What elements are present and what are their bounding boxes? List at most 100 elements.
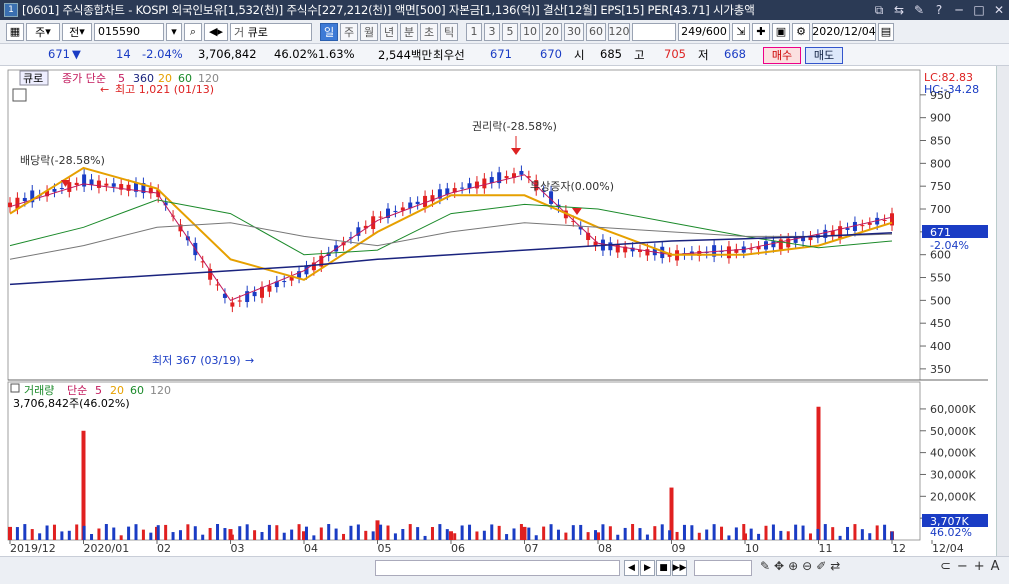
volume-bar-minor	[127, 526, 131, 540]
link-icon[interactable]: ⧉	[869, 3, 889, 18]
layout-icon[interactable]: ▦	[6, 22, 24, 41]
horizontal-scrollbar[interactable]	[375, 560, 620, 576]
code-dropdown-icon[interactable]: ▾	[166, 22, 182, 41]
volume-bar-minor	[253, 530, 257, 540]
volume-bar-minor	[816, 528, 820, 540]
interval-1[interactable]: 1	[466, 22, 482, 41]
close-icon[interactable]: ✕	[989, 3, 1009, 17]
candle-body	[378, 216, 383, 218]
interval-3[interactable]: 3	[484, 22, 500, 41]
fast-forward-icon[interactable]: ▶▶	[672, 560, 687, 576]
volume-bar-minor	[15, 527, 19, 540]
candle-body	[252, 291, 257, 297]
sound-icon[interactable]: ◀▸	[204, 22, 228, 41]
volume-bar-minor	[764, 525, 768, 540]
volume-bar-minor	[638, 528, 642, 540]
edit-icon[interactable]: ✎	[909, 3, 929, 17]
volume-bar-minor	[149, 532, 153, 540]
high-label: 고	[634, 48, 645, 62]
volume-bar-minor	[8, 536, 12, 540]
buy-button[interactable]: 매수	[763, 47, 801, 64]
interval-10[interactable]: 10	[520, 22, 540, 41]
candle-body	[460, 187, 465, 189]
search-icon[interactable]: ⌕	[184, 22, 202, 41]
hc-label: HC:-34.28	[924, 83, 979, 96]
period-year[interactable]: 년	[380, 22, 398, 41]
volume-bar-minor	[408, 524, 412, 540]
candle-body	[215, 284, 220, 286]
zoom-fit-icon[interactable]: ⇲	[732, 22, 750, 41]
table-view-icon[interactable]	[12, 88, 27, 102]
quote-change-pct: -2.04%	[142, 47, 183, 61]
stock-name-field[interactable]: 거 큐로	[230, 22, 312, 41]
volume-bar-minor	[393, 533, 397, 540]
speed-slider[interactable]	[694, 560, 752, 576]
volume-bar-minor	[52, 524, 56, 540]
interval-60[interactable]: 60	[586, 22, 606, 41]
count-field[interactable]: 249/600	[678, 22, 730, 41]
volume-bar-minor	[364, 530, 368, 540]
period-month[interactable]: 월	[360, 22, 378, 41]
custom-interval-input[interactable]	[632, 22, 676, 41]
volume-bar-minor	[156, 525, 160, 540]
volume-bar-minor	[282, 532, 286, 540]
vertical-scrollbar[interactable]	[996, 66, 1009, 560]
interval-120[interactable]: 120	[608, 22, 630, 41]
stop-icon[interactable]: ■	[656, 560, 671, 576]
price-tick-label: 750	[930, 180, 951, 193]
crosshair-icon[interactable]: ✚	[752, 22, 770, 41]
save-icon[interactable]: ▣	[772, 22, 790, 41]
volume-bar-minor	[853, 524, 857, 540]
period-day[interactable]: 일	[320, 22, 338, 41]
volume-bar-minor	[846, 526, 850, 540]
swap-icon[interactable]: ⇆	[889, 3, 909, 17]
current-volume-pct: 46.02%	[930, 526, 972, 539]
drawing-tools[interactable]: ✎✥⊕⊖✐⇄	[760, 559, 924, 577]
volume-bar-minor	[564, 532, 568, 540]
bonus-annotation: 무상증자(0.00%)	[530, 180, 614, 193]
current-price-label: 671	[930, 226, 951, 239]
candle-body	[482, 178, 487, 189]
volume-bar-minor	[356, 524, 360, 540]
market-select[interactable]: 주 ▾	[26, 22, 60, 41]
quote-open: 685	[600, 47, 622, 61]
stock-tag-label: 큐로	[23, 72, 43, 85]
date-field[interactable]: 2020/12/04	[812, 22, 876, 41]
high-annotation-arrow-icon: ←	[100, 83, 109, 96]
volume-bar-minor	[512, 528, 516, 540]
period-minute[interactable]: 분	[400, 22, 418, 41]
period-tick[interactable]: 틱	[440, 22, 458, 41]
candle-body	[52, 188, 57, 192]
minimize-icon[interactable]: ─	[949, 3, 969, 17]
prev-select[interactable]: 전 ▾	[62, 22, 92, 41]
volume-bar-minor	[779, 530, 783, 540]
candle-body	[771, 241, 776, 248]
volume-bar-minor	[720, 526, 724, 540]
settings-icon[interactable]: ⚙	[792, 22, 810, 41]
zoom-controls[interactable]: ⊂−+A	[940, 559, 1006, 574]
code-input[interactable]: 015590	[94, 22, 164, 41]
ma-line-20	[9, 166, 893, 281]
interval-20[interactable]: 20	[542, 22, 562, 41]
period-second[interactable]: 초	[420, 22, 438, 41]
interval-30[interactable]: 30	[564, 22, 584, 41]
period-week[interactable]: 주	[340, 22, 358, 41]
rights-marker-icon	[511, 148, 521, 155]
help-icon[interactable]: ?	[929, 3, 949, 17]
play-forward-icon[interactable]: ▶	[640, 560, 655, 576]
chart-area[interactable]: 350400450500550600650700750800850900950 …	[0, 66, 996, 560]
window-title: [0601] 주식종합차트 - KOSPI 외국인보유[1,532(천)] 주식…	[22, 3, 755, 17]
best-bid-label: 최우선	[433, 48, 465, 62]
volume-bar-minor	[786, 531, 790, 540]
calendar-icon[interactable]: ▤	[878, 22, 894, 41]
volume-collapse-icon[interactable]	[10, 383, 20, 393]
candle-body	[467, 183, 472, 189]
volume-bar-minor	[823, 524, 827, 540]
maximize-icon[interactable]: □	[969, 3, 989, 17]
down-arrow-icon: ▼	[72, 47, 81, 61]
sell-button[interactable]: 매도	[805, 47, 843, 64]
interval-5[interactable]: 5	[502, 22, 518, 41]
chart-canvas[interactable]: 350400450500550600650700750800850900950 …	[0, 66, 996, 560]
play-back-icon[interactable]: ◀	[624, 560, 639, 576]
quote-bid: 670	[540, 47, 562, 61]
